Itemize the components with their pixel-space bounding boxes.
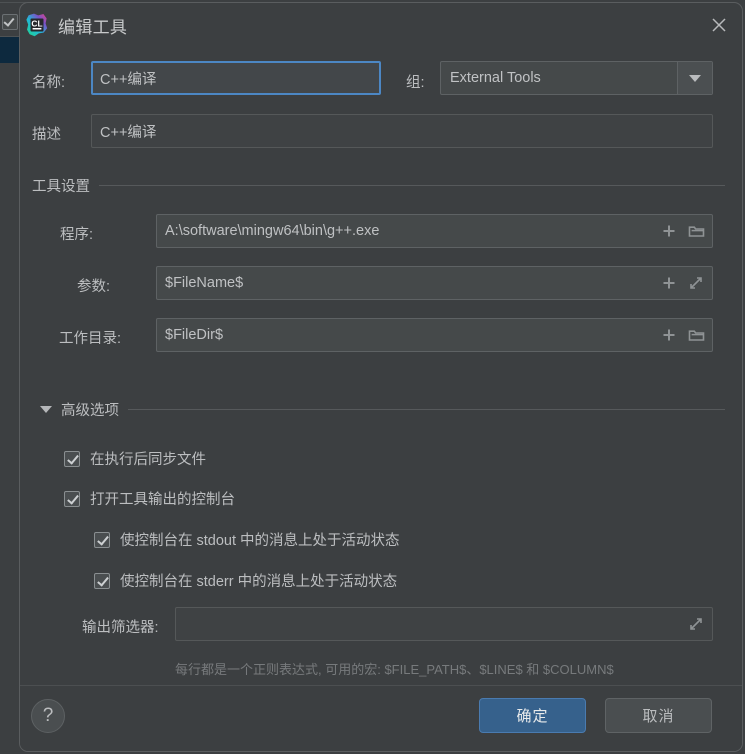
plus-icon[interactable] xyxy=(661,275,677,291)
chevron-down-icon[interactable] xyxy=(677,62,712,94)
output-filter-hint: 每行都是一个正则表达式, 可用的宏: $FILE_PATH$、$LINE$ 和 … xyxy=(175,662,614,677)
expand-icon[interactable] xyxy=(688,616,704,632)
dialog-footer: ? 确定 取消 xyxy=(20,685,742,751)
checkbox-box[interactable] xyxy=(64,450,80,467)
name-input[interactable]: C++编译 xyxy=(91,61,381,95)
program-input-value: A:\software\mingw64\bin\g++.exe xyxy=(165,223,380,239)
description-input-value: C++编译 xyxy=(100,124,157,141)
advanced-options-title: 高级选项 xyxy=(61,403,119,419)
dialog-title: 编辑工具 xyxy=(58,18,128,37)
checkbox-sync-files-after-execution[interactable]: 在执行后同步文件 xyxy=(64,448,206,469)
screen: CL 编辑工具 名称: C++编译 组: External Tools 描述 C… xyxy=(0,0,745,754)
checkbox-label: 在执行后同步文件 xyxy=(90,452,206,468)
svg-text:CL: CL xyxy=(31,19,42,29)
working-directory-input-adornments xyxy=(661,327,712,343)
name-input-value: C++编译 xyxy=(100,71,157,88)
arguments-input[interactable]: $FileName$ xyxy=(156,266,713,300)
edit-tool-dialog: CL 编辑工具 名称: C++编译 组: External Tools 描述 C… xyxy=(19,2,743,752)
tool-settings-group-header: 工具设置 xyxy=(32,175,725,196)
arguments-input-adornments xyxy=(661,275,712,291)
cancel-button[interactable]: 取消 xyxy=(605,698,712,733)
checkbox-box[interactable] xyxy=(94,572,110,589)
name-label: 名称: xyxy=(32,75,66,91)
output-filter-adornments xyxy=(688,616,712,632)
checkbox-open-console-for-tool-output[interactable]: 打开工具输出的控制台 xyxy=(64,488,235,509)
working-directory-input-value: $FileDir$ xyxy=(165,327,224,343)
checkbox-make-console-active-on-stderr[interactable]: 使控制台在 stderr 中的消息上处于活动状态 xyxy=(94,570,397,591)
description-input[interactable]: C++编译 xyxy=(91,114,713,148)
triangle-down-icon[interactable] xyxy=(40,406,52,413)
program-label: 程序: xyxy=(60,227,94,243)
group-select[interactable]: External Tools xyxy=(440,61,713,95)
group-label: 组: xyxy=(406,75,425,91)
folder-icon[interactable] xyxy=(688,327,705,343)
expand-icon[interactable] xyxy=(688,275,704,291)
program-input-adornments xyxy=(661,223,712,239)
dialog-titlebar: CL 编辑工具 xyxy=(20,3,742,48)
arguments-input-value: $FileName$ xyxy=(165,275,244,291)
group-rule xyxy=(99,185,725,186)
output-filter-input[interactable] xyxy=(175,607,713,641)
tool-settings-title: 工具设置 xyxy=(32,179,90,195)
working-directory-input[interactable]: $FileDir$ xyxy=(156,318,713,352)
program-input[interactable]: A:\software\mingw64\bin\g++.exe xyxy=(156,214,713,248)
checkbox-label: 使控制台在 stdout 中的消息上处于活动状态 xyxy=(120,533,400,549)
clion-icon: CL xyxy=(24,12,50,38)
checkbox-make-console-active-on-stdout[interactable]: 使控制台在 stdout 中的消息上处于活动状态 xyxy=(94,529,400,550)
checkbox-label: 使控制台在 stderr 中的消息上处于活动状态 xyxy=(120,574,398,590)
group-select-value: External Tools xyxy=(450,70,541,86)
checkbox-box[interactable] xyxy=(94,531,110,548)
plus-icon[interactable] xyxy=(661,223,677,239)
folder-icon[interactable] xyxy=(688,223,705,239)
advanced-options-group-header[interactable]: 高级选项 xyxy=(40,399,725,420)
arguments-label: 参数: xyxy=(77,279,111,295)
working-directory-label: 工作目录: xyxy=(59,331,122,347)
group-rule xyxy=(128,409,725,410)
close-icon[interactable] xyxy=(702,8,736,42)
checkbox-label: 打开工具输出的控制台 xyxy=(90,492,235,508)
output-filter-label: 输出筛选器: xyxy=(82,620,159,636)
description-label: 描述 xyxy=(32,127,61,143)
checkbox-box[interactable] xyxy=(64,490,80,507)
question-mark-icon[interactable]: ? xyxy=(31,699,65,733)
ok-button[interactable]: 确定 xyxy=(479,698,586,733)
plus-icon[interactable] xyxy=(661,327,677,343)
parent-row-checkbox[interactable] xyxy=(2,14,18,30)
